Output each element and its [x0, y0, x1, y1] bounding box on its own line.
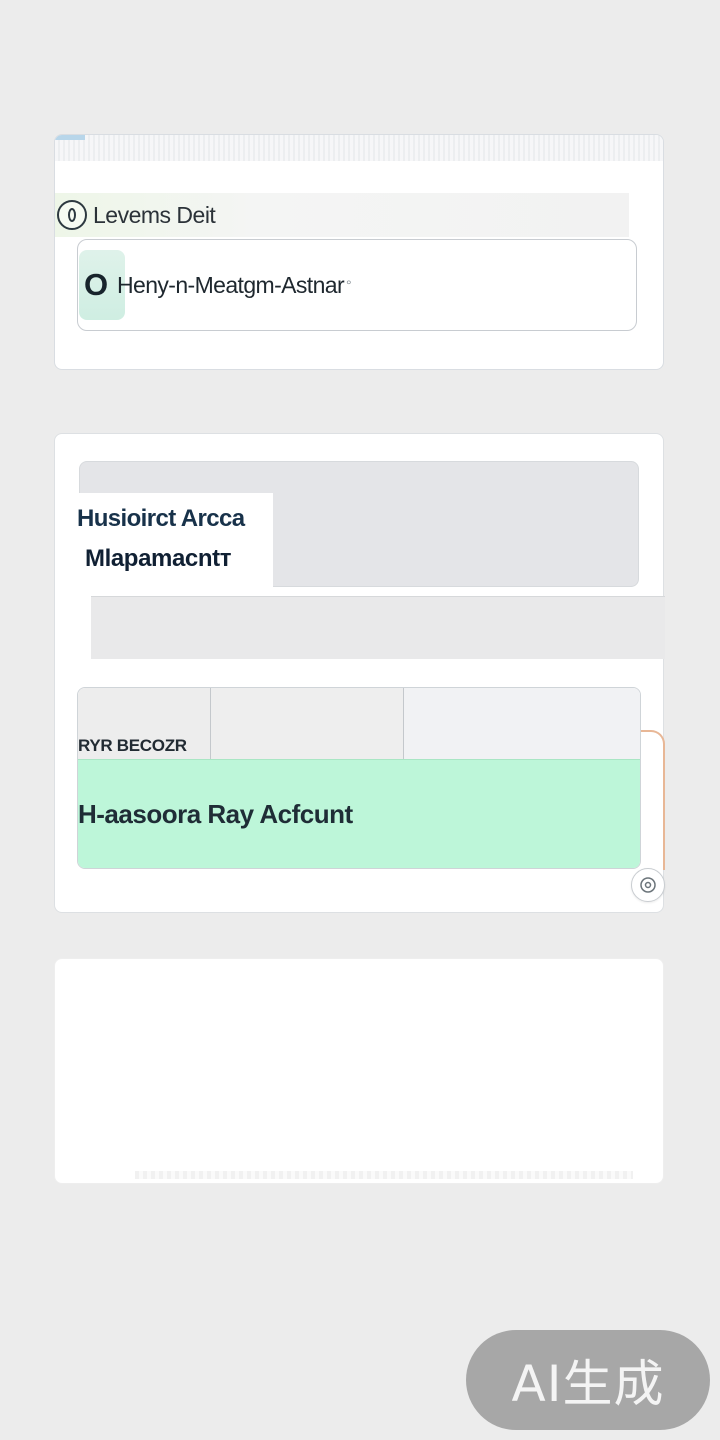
card-accent: [55, 135, 85, 140]
table-row-label: H-aasoora Ray Acfcunt: [78, 798, 353, 829]
zero-badge-icon: [57, 200, 87, 230]
search-value: Heny-n-Meatgm-Astnar: [117, 271, 345, 298]
table-header-cell[interactable]: [404, 688, 640, 759]
category-subtitle: Mlapamacntт: [85, 545, 232, 572]
category-title: Husioirct Arcca: [77, 505, 245, 532]
ai-generated-watermark: AI生成: [466, 1330, 710, 1430]
account-card: Levems Deit O Heny-n-Meatgm-Astnar °: [54, 134, 664, 370]
target-icon: [640, 877, 656, 893]
table-row[interactable]: H-aasoora Ray Acfcunt: [78, 759, 640, 868]
empty-card: [54, 958, 664, 1184]
card-header[interactable]: Levems Deit: [55, 193, 629, 237]
card-title: Levems Deit: [93, 201, 216, 228]
table-header: RYR BECOZR: [78, 688, 640, 759]
card-footer-strip: [135, 1171, 633, 1179]
category-divider-panel: [91, 596, 665, 659]
card-top-strip: [55, 135, 663, 161]
search-field[interactable]: O Heny-n-Meatgm-Astnar °: [77, 239, 637, 331]
clear-icon[interactable]: °: [346, 277, 352, 293]
account-table: RYR BECOZR H-aasoora Ray Acfcunt: [77, 687, 641, 869]
row-action-button[interactable]: [631, 868, 665, 902]
row-edge-accent: [641, 730, 665, 870]
table-header-label: RYR BECOZR: [78, 736, 187, 755]
screen: { "card_one": { "title": "Levems Deit", …: [0, 0, 720, 1440]
category-card: Husioirct Arcca Mlapamacntт RYR BECOZR H…: [54, 433, 665, 913]
table-header-cell[interactable]: [211, 688, 404, 759]
search-leading-glyph: O: [84, 267, 109, 302]
category-label[interactable]: Husioirct Arcca Mlapamacntт: [77, 493, 273, 597]
